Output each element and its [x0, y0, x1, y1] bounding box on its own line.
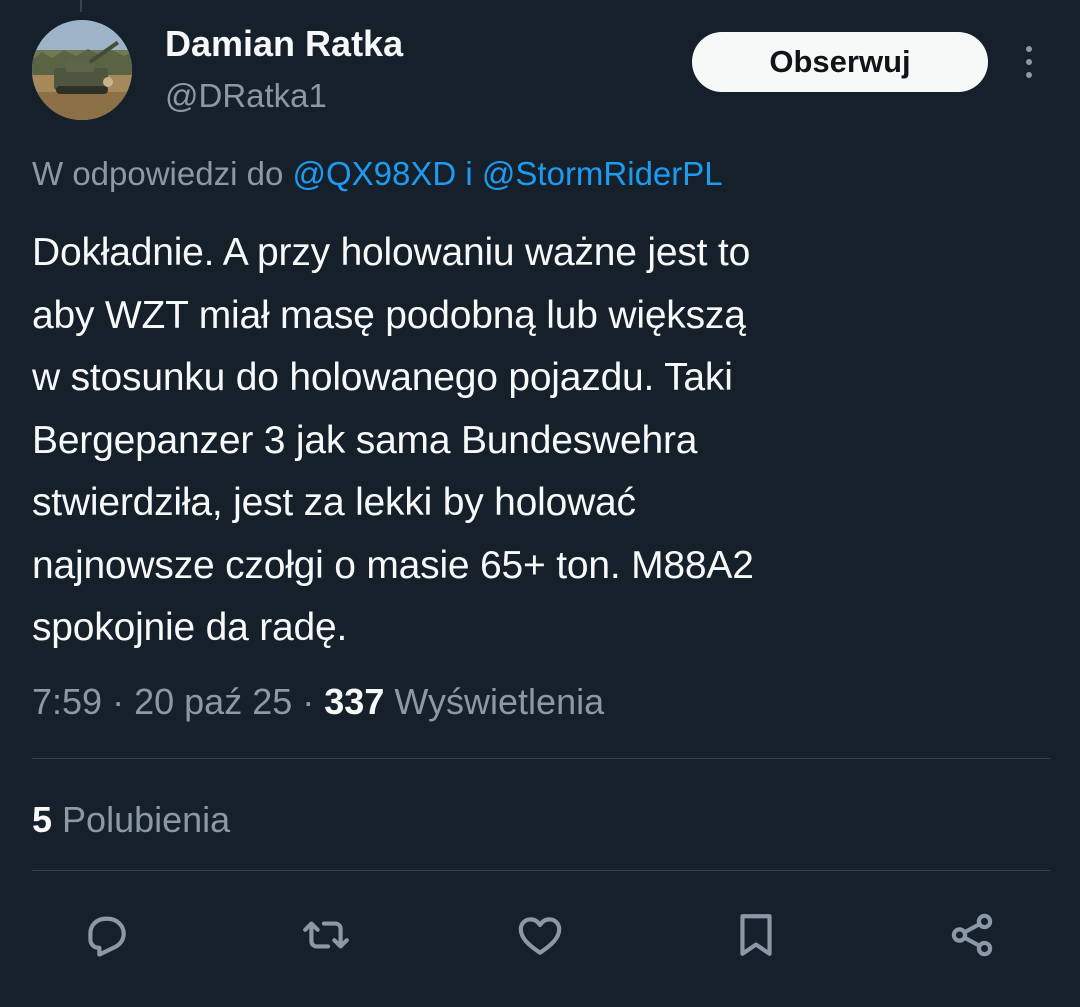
divider — [32, 758, 1050, 759]
mention-joiner: i — [465, 155, 473, 192]
avatar[interactable] — [32, 20, 132, 120]
tweet-date[interactable]: 20 paź 25 — [134, 681, 292, 722]
like-icon — [518, 917, 562, 955]
likes-label: Polubienia — [62, 799, 231, 840]
more-dot — [1026, 72, 1032, 78]
follow-button[interactable]: Obserwuj — [692, 32, 988, 92]
bookmark-button[interactable] — [726, 905, 786, 965]
author-names: Damian Ratka @DRatka1 — [165, 22, 403, 118]
avatar-image — [32, 20, 132, 120]
thread-connector-line — [80, 0, 82, 12]
action-bar — [0, 905, 1080, 965]
views-count: 337 — [324, 681, 385, 722]
retweet-icon — [303, 921, 349, 949]
bookmark-icon — [740, 914, 772, 956]
share-icon — [951, 913, 993, 957]
like-button[interactable] — [510, 905, 570, 965]
tweet-time[interactable]: 7:59 — [32, 681, 102, 722]
mention-link-stormriderpl[interactable]: @StormRiderPL — [482, 155, 723, 192]
author-handle[interactable]: @DRatka1 — [165, 74, 403, 118]
tweet-text: Dokładnie. A przy holowaniu ważne jest t… — [32, 231, 754, 649]
reply-context: W odpowiedzi do @QX98XD i @StormRiderPL — [32, 152, 723, 196]
reply-icon — [88, 916, 126, 957]
share-button[interactable] — [942, 905, 1002, 965]
meta-separator: · — [302, 681, 315, 722]
more-dot — [1026, 59, 1032, 65]
more-dot — [1026, 46, 1032, 52]
author-display-name[interactable]: Damian Ratka — [165, 22, 403, 66]
tweet-meta: 7:59 · 20 paź 25 · 337 Wyświetlenia — [32, 678, 604, 726]
reply-prefix: W odpowiedzi do — [32, 155, 284, 192]
retweet-button[interactable] — [296, 905, 356, 965]
reply-button[interactable] — [76, 905, 136, 965]
more-options-icon[interactable] — [1012, 40, 1046, 84]
mention-link-qx98xd[interactable]: @QX98XD — [292, 155, 456, 192]
likes-count: 5 — [32, 799, 53, 840]
meta-separator: · — [112, 681, 125, 722]
tweet-header: Damian Ratka @DRatka1 Obserwuj — [32, 18, 1048, 128]
views-label: Wyświetlenia — [394, 681, 605, 722]
divider — [32, 870, 1050, 871]
likes-stat[interactable]: 5 Polubienia — [32, 796, 230, 844]
